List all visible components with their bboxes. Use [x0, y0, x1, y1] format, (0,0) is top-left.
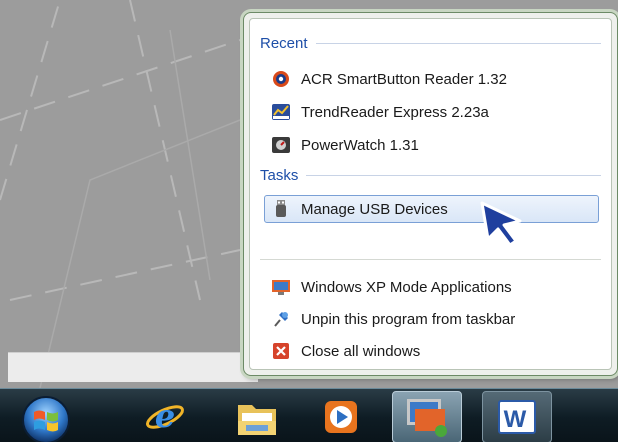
recent-header-rule [315, 42, 601, 44]
tasks-header: Tasks [260, 165, 601, 185]
taskbar: e W [0, 388, 618, 442]
task-label: Manage USB Devices [301, 200, 448, 218]
recent-item-powerwatch[interactable]: PowerWatch 1.31 [264, 131, 599, 159]
taskbar-button-internet-explorer[interactable]: e [130, 391, 200, 442]
svg-text:e: e [155, 397, 175, 435]
start-button[interactable] [18, 392, 74, 442]
usb-icon [276, 200, 286, 217]
recent-item-label: PowerWatch 1.31 [301, 136, 419, 154]
task-manage-usb-devices[interactable]: Manage USB Devices [264, 195, 599, 223]
recent-item-label: ACR SmartButton Reader 1.32 [301, 70, 507, 88]
internet-explorer-icon: e [146, 397, 184, 435]
word-icon-letter: W [504, 406, 527, 433]
jump-list: Recent ACR SmartButton Reader 1.32 Trend… [243, 12, 618, 376]
tasks-header-label: Tasks [260, 166, 299, 184]
recent-item-acr-smartbutton[interactable]: ACR SmartButton Reader 1.32 [264, 65, 599, 93]
action-label: Unpin this program from taskbar [301, 310, 516, 328]
taskbar-button-windows-explorer[interactable] [222, 391, 292, 442]
close-windows-icon [273, 343, 289, 359]
jump-list-panel: Recent ACR SmartButton Reader 1.32 Trend… [249, 18, 612, 370]
action-close-all-windows[interactable]: Close all windows [264, 337, 599, 365]
acr-smartbutton-icon [273, 71, 289, 87]
recent-item-label: TrendReader Express 2.23a [301, 103, 489, 121]
xp-mode-icon [272, 280, 290, 295]
mouse-cursor-icon [480, 201, 522, 247]
unpin-icon [274, 312, 288, 327]
powerwatch-icon [272, 137, 290, 153]
word-icon: W [498, 400, 536, 434]
taskbar-button-media-player[interactable] [306, 391, 376, 442]
taskbar-button-xp-mode[interactable] [392, 391, 462, 442]
media-player-icon [325, 401, 357, 433]
action-windows-xp-mode-applications[interactable]: Windows XP Mode Applications [264, 273, 599, 301]
taskbar-button-word[interactable]: W [482, 391, 552, 442]
jump-list-separator [260, 259, 601, 260]
folder-icon [238, 405, 276, 435]
action-label: Windows XP Mode Applications [301, 278, 512, 296]
trendreader-icon [272, 104, 290, 120]
tasks-header-rule [306, 174, 601, 176]
recent-item-trendreader[interactable]: TrendReader Express 2.23a [264, 98, 599, 126]
recent-header: Recent [260, 33, 601, 53]
action-unpin-from-taskbar[interactable]: Unpin this program from taskbar [264, 305, 599, 333]
action-label: Close all windows [301, 342, 421, 360]
window-strip [8, 352, 258, 382]
xp-mode-icon [407, 399, 447, 437]
recent-header-label: Recent [260, 34, 308, 52]
